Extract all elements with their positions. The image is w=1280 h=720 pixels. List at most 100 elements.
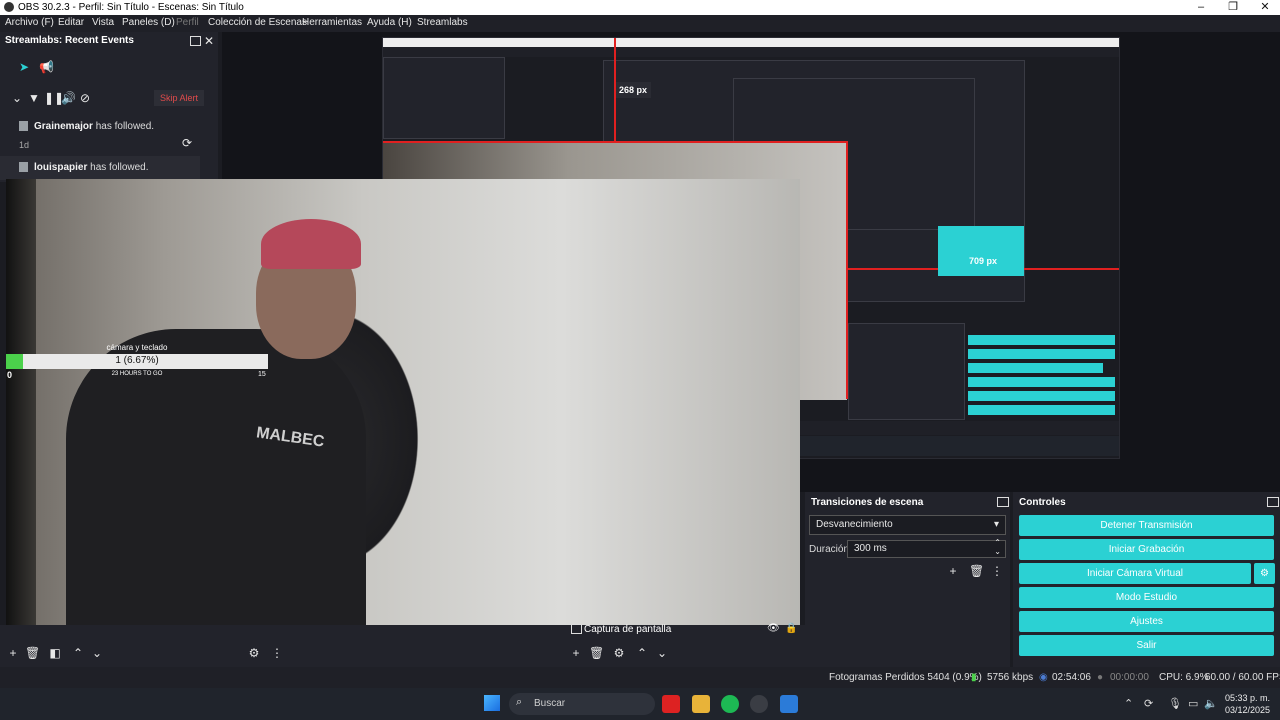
chevron-down-icon: ▾ — [993, 519, 999, 530]
menu-coleccion-escenas[interactable]: Colección de Escenas — [208, 17, 307, 28]
start-virtual-camera-button[interactable]: Iniciar Cámara Virtual — [1019, 563, 1251, 584]
microphone-icon[interactable]: 🎙 — [1168, 697, 1182, 710]
volume-icon[interactable]: 🔊 — [61, 91, 76, 105]
controls-panel: Controles Detener Transmisión Iniciar Gr… — [1013, 492, 1280, 667]
selection-border — [383, 141, 847, 143]
dock-close-icon[interactable]: ✕ — [203, 34, 215, 48]
shirt-print: MALBEC — [255, 424, 326, 451]
menu-bar: Archivo (F) Editar Vista Paneles (D) Per… — [0, 15, 1280, 32]
fps: 60.00 / 60.00 FPS — [1205, 672, 1280, 683]
menu-vista[interactable]: Vista — [92, 17, 114, 28]
speaker-icon[interactable]: 🔈 — [1204, 697, 1218, 710]
taskbar-search[interactable]: ⌕ Buscar — [509, 693, 655, 715]
duration-input[interactable]: 300 ms ⌃ ⌄ — [847, 538, 1006, 558]
start-recording-button[interactable]: Iniciar Grabación — [1019, 539, 1274, 560]
person-cap — [261, 219, 361, 269]
source-properties-icon[interactable]: ⚙ — [612, 646, 626, 660]
menu-paneles[interactable]: Paneles (D) — [122, 17, 175, 28]
transition-select[interactable]: Desvanecimiento ▾ — [809, 515, 1006, 535]
source-up-icon[interactable]: ⌃ — [635, 646, 649, 660]
remove-scene-icon[interactable]: 🗑 — [25, 646, 40, 660]
nested-control — [968, 363, 1103, 373]
event-user: Grainemajor — [34, 121, 93, 132]
dock-undock-icon[interactable] — [190, 36, 201, 46]
filters-icon[interactable]: ◧ — [48, 646, 62, 660]
stream-icon: ◉ — [1039, 672, 1048, 683]
visibility-eye-icon[interactable]: 👁 — [767, 623, 780, 634]
event-item: louispapier has followed. — [0, 156, 200, 180]
bitrate: 5756 kbps — [987, 672, 1034, 683]
wall-shadow — [6, 179, 36, 625]
file-explorer-icon[interactable] — [692, 695, 710, 713]
maximize-button[interactable]: ❐ — [1218, 0, 1248, 15]
add-source-icon[interactable]: + — [569, 646, 583, 660]
signal-bars-icon: ▮ — [971, 672, 977, 683]
tray-chevron-icon[interactable]: ⌃ — [1124, 697, 1133, 710]
paper-plane-icon[interactable]: ➤ — [17, 60, 31, 74]
goal-bar: 1 (6.67%) — [6, 354, 268, 369]
nested-control — [968, 335, 1115, 345]
windows-start-icon[interactable] — [484, 695, 500, 711]
app-taskbar-icon[interactable] — [780, 695, 798, 713]
transitions-title: Transiciones de escena — [811, 497, 924, 508]
goal-footer: 23 HOURS TO GO — [111, 371, 163, 377]
more-options-icon[interactable]: ⋮ — [270, 646, 284, 660]
source-settings-icon[interactable]: ⚙ — [247, 646, 261, 660]
transition-properties-icon[interactable]: ⋮ — [990, 564, 1004, 578]
menu-herramientas[interactable]: Herramientas — [302, 17, 362, 28]
network-icon[interactable]: ▭ — [1188, 697, 1198, 710]
event-time: 1d — [19, 140, 30, 150]
chevron-down-icon[interactable]: ⌄ — [10, 91, 24, 105]
dock-title: Streamlabs: Recent Events — [5, 35, 134, 46]
remove-transition-icon[interactable]: 🗑 — [969, 564, 984, 578]
megaphone-icon[interactable]: 📢 — [39, 60, 54, 74]
exit-button[interactable]: Salir — [1019, 635, 1274, 656]
settings-button[interactable]: Ajustes — [1019, 611, 1274, 632]
menu-editar[interactable]: Editar — [58, 17, 84, 28]
transition-select-value: Desvanecimiento — [816, 519, 893, 530]
monitor-icon — [571, 624, 582, 634]
add-scene-icon[interactable]: + — [6, 646, 20, 660]
tray-app-icon[interactable]: ⟳ — [1144, 697, 1153, 710]
opera-icon[interactable] — [662, 695, 680, 713]
menu-streamlabs[interactable]: Streamlabs — [417, 17, 468, 28]
nested-controls-deep — [938, 226, 1024, 276]
close-window-button[interactable]: ✕ — [1250, 0, 1280, 15]
menu-archivo[interactable]: Archivo (F) — [5, 17, 54, 28]
source-item[interactable]: Captura de pantalla 👁 🔒 — [571, 623, 801, 638]
skip-alert-button[interactable]: Skip Alert — [154, 90, 204, 106]
undock-icon[interactable] — [997, 497, 1009, 507]
menu-ayuda[interactable]: Ayuda (H) — [367, 17, 412, 28]
spotify-icon[interactable] — [721, 695, 739, 713]
obs-taskbar-icon[interactable] — [750, 695, 768, 713]
pause-icon[interactable]: ❚❚ — [44, 91, 64, 105]
mute-alerts-icon[interactable]: ⊘ — [78, 91, 92, 105]
duration-label: Duración — [809, 544, 850, 555]
goal-widget: cámara y teclado 1 (6.67%) 0 23 HOURS TO… — [6, 340, 268, 380]
replay-icon[interactable]: ⟳ — [180, 136, 194, 150]
minimize-button[interactable]: – — [1186, 0, 1216, 15]
studio-mode-button[interactable]: Modo Estudio — [1019, 587, 1274, 608]
lock-icon[interactable]: 🔒 — [785, 623, 797, 634]
taskbar-clock[interactable]: 05:33 p. m. 03/12/2025 — [1224, 692, 1270, 716]
status-bar: Fotogramas Perdidos 5404 (0.9%) ▮ 5756 k… — [0, 667, 1280, 688]
source-name: Captura de pantalla — [584, 624, 672, 635]
kick-icon — [19, 121, 28, 131]
nested-titlebar — [383, 38, 1119, 47]
goal-value: 1 (6.67%) — [115, 355, 159, 366]
virtual-camera-settings-icon[interactable]: ⚙ — [1254, 563, 1275, 584]
move-up-icon[interactable]: ⌃ — [71, 646, 85, 660]
source-down-icon[interactable]: ⌄ — [655, 646, 669, 660]
kick-icon — [19, 162, 28, 172]
search-placeholder: Buscar — [534, 698, 566, 709]
filter-icon[interactable]: ▼ — [27, 91, 41, 105]
selection-guide — [614, 38, 616, 141]
move-down-icon[interactable]: ⌄ — [90, 646, 104, 660]
undock-icon[interactable] — [1267, 497, 1279, 507]
stepper-icon[interactable]: ⌃ ⌄ — [994, 538, 1001, 556]
remove-source-icon[interactable]: 🗑 — [589, 646, 604, 660]
webcam-source[interactable]: MALBEC — [6, 179, 800, 625]
add-transition-icon[interactable]: + — [946, 564, 960, 578]
clock-date: 03/12/2025 — [1224, 705, 1270, 715]
stop-streaming-button[interactable]: Detener Transmisión — [1019, 515, 1274, 536]
